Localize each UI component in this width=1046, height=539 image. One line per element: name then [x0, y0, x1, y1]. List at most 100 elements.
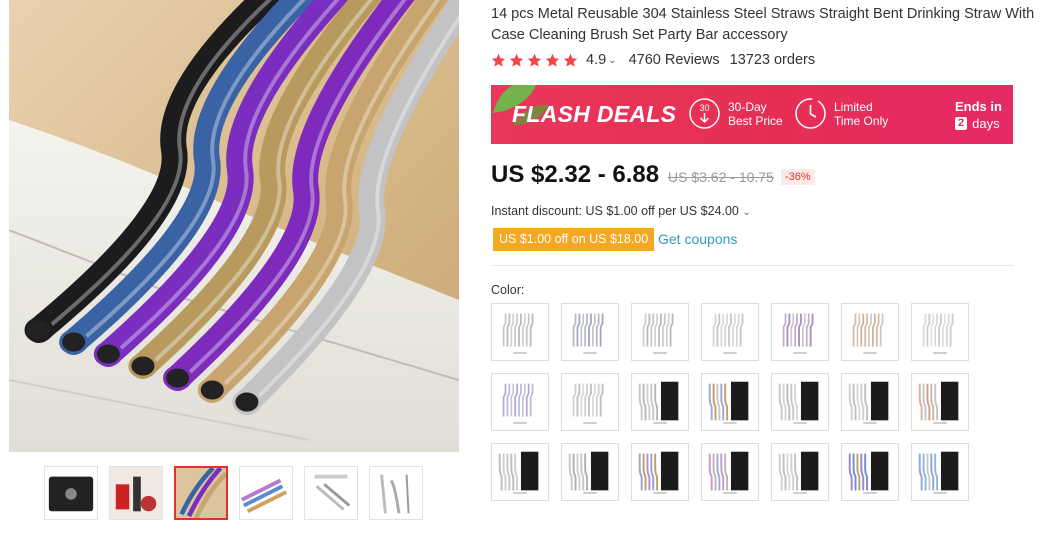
days-label: days: [972, 116, 1000, 131]
straw-opening: [128, 353, 158, 379]
straw-opening: [163, 365, 193, 391]
chevron-down-icon[interactable]: ⌄: [608, 55, 616, 66]
color-swatch[interactable]: [561, 443, 619, 501]
swatch-image: [492, 444, 548, 500]
pouch-thumb-icon: [45, 467, 97, 519]
coupon-tag[interactable]: US $1.00 off on US $18.00: [493, 228, 655, 251]
swatch-image: [702, 304, 758, 360]
star-icon: [491, 53, 506, 67]
straw-opening: [93, 341, 123, 367]
thumbnail-straws-colors-thumb[interactable]: [109, 466, 163, 520]
get-coupons-link[interactable]: Get coupons: [658, 231, 737, 247]
color-swatch[interactable]: [561, 373, 619, 431]
thumbnail-blue-straws-thumb[interactable]: [239, 466, 293, 520]
swatch-image: [772, 374, 828, 430]
swatch-image: [912, 304, 968, 360]
thumbnail-brush-thumb[interactable]: [369, 466, 423, 520]
star-icon: [545, 53, 560, 67]
flash-deals-banner: FLASH DEALS 30 30-Day Best Price Limited…: [491, 85, 1013, 144]
star-icon: [509, 53, 524, 67]
ends-in-label: Ends in: [955, 99, 1002, 114]
thumbnail-pouch-thumb[interactable]: [44, 466, 98, 520]
color-swatch[interactable]: [771, 443, 829, 501]
straw-opening: [24, 317, 54, 343]
swatch-image: [772, 304, 828, 360]
rating-row: 4.9 ⌄ 4760 Reviews 13723 orders: [491, 52, 815, 68]
main-product-image[interactable]: [9, 0, 459, 452]
straws-colors-thumb-icon: [110, 467, 162, 519]
badge1-line1: 30-Day: [728, 99, 767, 114]
straw-opening: [197, 377, 227, 403]
brush-thumb-icon: [370, 467, 422, 519]
swatch-image: [632, 374, 688, 430]
color-swatch[interactable]: [631, 373, 689, 431]
swatch-image: [702, 374, 758, 430]
straw-opening: [59, 329, 89, 355]
star-icon: [527, 53, 542, 67]
color-swatch[interactable]: [771, 373, 829, 431]
divider: [491, 265, 1014, 266]
product-title: 14 pcs Metal Reusable 304 Stainless Stee…: [491, 6, 1035, 43]
main-straws-thumb-icon: [176, 468, 226, 518]
thumbnail-info-thumb[interactable]: [304, 466, 358, 520]
color-swatch[interactable]: [911, 373, 969, 431]
limited-time-badge: Limited Time Only: [794, 97, 888, 130]
color-swatch[interactable]: [911, 303, 969, 361]
swatch-image: [842, 374, 898, 430]
badge1-line2: Best Price: [728, 113, 783, 128]
original-price: US $3.62 - 10.75: [668, 169, 774, 185]
thumbnail-main-straws-thumb[interactable]: [174, 466, 228, 520]
badge2-line1: Limited: [834, 99, 873, 114]
thumbnail-strip: [44, 466, 423, 520]
color-swatch[interactable]: [911, 443, 969, 501]
deal-countdown: Ends in 2 days: [955, 98, 1002, 132]
orders-count: 13723 orders: [729, 52, 816, 68]
color-swatch[interactable]: [701, 303, 759, 361]
color-swatch[interactable]: [631, 303, 689, 361]
instant-discount-text: Instant discount: US $1.00 off per US $2…: [491, 204, 739, 218]
color-swatch[interactable]: [491, 443, 549, 501]
swatch-image: [702, 444, 758, 500]
reviews-count[interactable]: 4760 Reviews: [629, 52, 720, 68]
swatch-image: [912, 444, 968, 500]
swatch-image: [772, 444, 828, 500]
star-icon: [563, 53, 578, 67]
swatch-image: [492, 304, 548, 360]
star-rating: [491, 53, 578, 68]
swatch-image: [632, 444, 688, 500]
swatch-image: [562, 374, 618, 430]
color-swatch[interactable]: [561, 303, 619, 361]
color-swatch[interactable]: [631, 443, 689, 501]
swatch-image: [562, 304, 618, 360]
best-price-badge: 30 30-Day Best Price: [688, 97, 783, 130]
color-swatch-grid: [491, 303, 969, 501]
product-photo: [9, 0, 459, 452]
days-remaining: 2: [955, 117, 968, 130]
color-swatch[interactable]: [491, 373, 549, 431]
color-swatch[interactable]: [701, 373, 759, 431]
color-swatch[interactable]: [841, 443, 899, 501]
swatch-image: [912, 374, 968, 430]
swatch-image: [842, 304, 898, 360]
discount-badge: -36%: [781, 169, 815, 185]
swatch-image: [632, 304, 688, 360]
calendar-30-day-icon: 30: [689, 98, 720, 129]
clock-icon: [795, 98, 826, 129]
color-label: Color:: [491, 283, 525, 297]
straw-opening: [232, 389, 262, 415]
color-swatch[interactable]: [491, 303, 549, 361]
instant-discount[interactable]: Instant discount: US $1.00 off per US $2…: [491, 204, 751, 218]
info-thumb-icon: [305, 467, 357, 519]
color-swatch[interactable]: [771, 303, 829, 361]
blue-straws-thumb-icon: [240, 467, 292, 519]
swatch-image: [562, 444, 618, 500]
color-swatch[interactable]: [841, 373, 899, 431]
chevron-down-icon: ⌄: [742, 207, 751, 218]
color-swatch[interactable]: [701, 443, 759, 501]
badge2-line2: Time Only: [834, 113, 889, 128]
current-price: US $2.32 - 6.88: [491, 161, 660, 188]
svg-text:30: 30: [699, 103, 709, 113]
flash-deals-title: FLASH DEALS: [512, 101, 677, 127]
color-swatch[interactable]: [841, 303, 899, 361]
rating-value[interactable]: 4.9: [586, 52, 606, 68]
